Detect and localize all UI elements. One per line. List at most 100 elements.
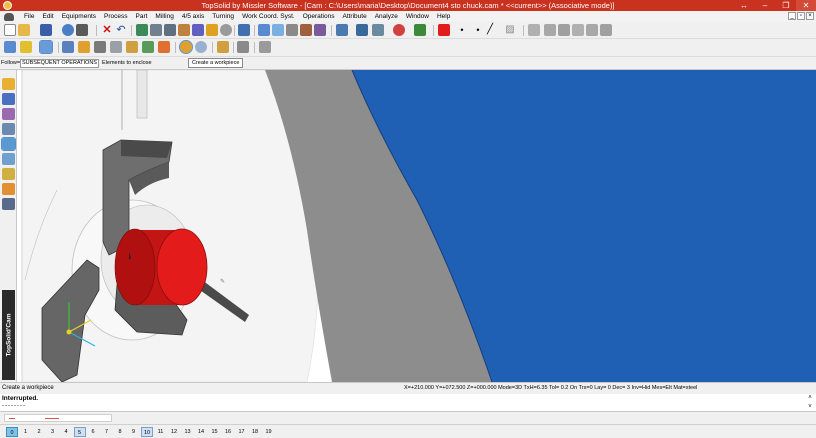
menu-file[interactable]: File — [20, 11, 38, 22]
layer-button[interactable]: 18 — [249, 427, 261, 437]
doc-minimize-button[interactable]: _ — [788, 12, 796, 20]
menu-4-5-axis[interactable]: 4/5 axis — [178, 11, 208, 22]
menu-edit[interactable]: Edit — [38, 11, 57, 22]
layer-button[interactable]: 5 — [73, 426, 86, 437]
layer-button[interactable]: 6 — [87, 427, 99, 437]
machine-icon[interactable] — [142, 41, 154, 53]
rotate-view-icon[interactable] — [372, 24, 384, 36]
part-icon[interactable] — [179, 40, 193, 54]
menu-window[interactable]: Window — [402, 11, 433, 22]
menu-operations[interactable]: Operations — [299, 11, 339, 22]
layer-button[interactable]: 10 — [141, 426, 153, 437]
hatch-icon[interactable]: ▨ — [504, 24, 516, 36]
menu-work-coord-syst[interactable]: Work Coord. Syst. — [238, 11, 299, 22]
shading-icon[interactable] — [258, 24, 270, 36]
maximize-button[interactable]: ❐ — [776, 0, 796, 11]
new-file-icon[interactable] — [4, 24, 16, 36]
message-area[interactable]: Interrupted. -------- ˄ ˅ — [0, 394, 816, 412]
snap-icon[interactable] — [544, 24, 556, 36]
tool-icon[interactable] — [2, 183, 15, 195]
render-mode-icon[interactable] — [393, 24, 405, 36]
report-icon[interactable] — [259, 41, 271, 53]
flag-icon[interactable] — [20, 41, 32, 53]
doc-close-button[interactable]: × — [806, 12, 814, 20]
layer-button[interactable]: 3 — [47, 427, 59, 437]
axis-icon[interactable] — [158, 41, 170, 53]
wrench-icon[interactable] — [164, 24, 176, 36]
text-icon[interactable] — [586, 24, 598, 36]
layer-button[interactable]: 8 — [114, 427, 126, 437]
dimension-icon[interactable] — [572, 24, 584, 36]
magnifier-icon[interactable] — [336, 24, 348, 36]
print-icon[interactable] — [76, 24, 88, 36]
workpiece-icon[interactable] — [94, 41, 106, 53]
layer-icon[interactable] — [414, 24, 426, 36]
layer-button[interactable]: 16 — [222, 427, 234, 437]
layer-button[interactable]: 7 — [101, 427, 113, 437]
measure-icon[interactable] — [206, 24, 218, 36]
toolpath-icon[interactable] — [62, 41, 74, 53]
layer-button[interactable]: 13 — [182, 427, 194, 437]
layer-button[interactable]: 19 — [263, 427, 275, 437]
mirror-icon[interactable] — [195, 41, 207, 53]
magnifier-icon[interactable] — [220, 24, 232, 36]
library-icon[interactable] — [217, 41, 229, 53]
menu-process[interactable]: Process — [100, 11, 131, 22]
open-folder-icon[interactable] — [18, 24, 30, 36]
current-color-swatch[interactable] — [438, 24, 450, 36]
layer-button[interactable]: 11 — [155, 427, 167, 437]
layer-button[interactable]: 15 — [209, 427, 221, 437]
stock-icon[interactable] — [110, 41, 122, 53]
menu-part[interactable]: Part — [132, 11, 152, 22]
simulation-icon[interactable] — [126, 41, 138, 53]
menu-analyze[interactable]: Analyze — [371, 11, 402, 22]
chuck-palette-icon[interactable] — [2, 198, 15, 210]
fit-all-icon[interactable] — [356, 24, 368, 36]
turning-icon[interactable] — [4, 41, 16, 53]
line-attribute-box[interactable] — [4, 414, 112, 422]
shape-icon[interactable] — [2, 93, 15, 105]
restore-size-icon[interactable]: ↔ — [734, 0, 754, 11]
view-icon[interactable] — [314, 24, 326, 36]
layer-button[interactable]: 12 — [168, 427, 180, 437]
menu-attribute[interactable]: Attribute — [338, 11, 370, 22]
tools-icon[interactable] — [150, 24, 162, 36]
grid-icon[interactable] — [528, 24, 540, 36]
close-button[interactable]: ✕ — [796, 0, 816, 11]
doc-restore-button[interactable]: ▫ — [797, 12, 805, 20]
fit-icon[interactable] — [238, 24, 250, 36]
assembly-icon[interactable] — [2, 123, 15, 135]
layer-button[interactable]: 9 — [128, 427, 140, 437]
elements-to-enclose-button[interactable]: Elements to enclose — [100, 59, 154, 68]
eraser-icon[interactable] — [178, 24, 190, 36]
scene-canvas[interactable]: ✎ — [17, 70, 816, 382]
point-icon[interactable]: • — [456, 24, 468, 36]
layer-button[interactable]: 17 — [236, 427, 248, 437]
minimize-button[interactable]: – — [755, 0, 775, 11]
point-style-icon[interactable]: • — [472, 24, 484, 36]
drill-icon[interactable] — [2, 168, 15, 180]
scroll-up-icon[interactable]: ˄ — [806, 394, 814, 402]
layer-button[interactable]: 14 — [195, 427, 207, 437]
edit-icon[interactable] — [2, 108, 15, 120]
document-icon[interactable] — [237, 41, 249, 53]
layer-button[interactable]: 0 — [6, 426, 18, 437]
layers-manager-icon[interactable] — [558, 24, 570, 36]
chuck-icon[interactable] — [78, 41, 90, 53]
graphics-viewport[interactable]: ✎ — [17, 70, 816, 382]
operations-icon[interactable] — [39, 40, 53, 54]
section-icon[interactable] — [300, 24, 312, 36]
zoom-icon[interactable] — [136, 24, 148, 36]
delete-icon[interactable]: ✕ — [101, 24, 113, 36]
layer-button[interactable]: 1 — [20, 427, 32, 437]
properties-icon[interactable] — [62, 24, 74, 36]
menu-help[interactable]: Help — [433, 11, 454, 22]
scroll-down-icon[interactable]: ˅ — [806, 403, 814, 411]
document-menu-icon[interactable] — [4, 12, 14, 21]
layer-button[interactable]: 4 — [60, 427, 72, 437]
table-icon[interactable] — [600, 24, 612, 36]
turning-cam-icon[interactable] — [1, 137, 16, 151]
undo-icon[interactable]: ↶ — [115, 24, 127, 36]
wireframe-icon[interactable] — [286, 24, 298, 36]
menu-equipments[interactable]: Equipments — [58, 11, 100, 22]
